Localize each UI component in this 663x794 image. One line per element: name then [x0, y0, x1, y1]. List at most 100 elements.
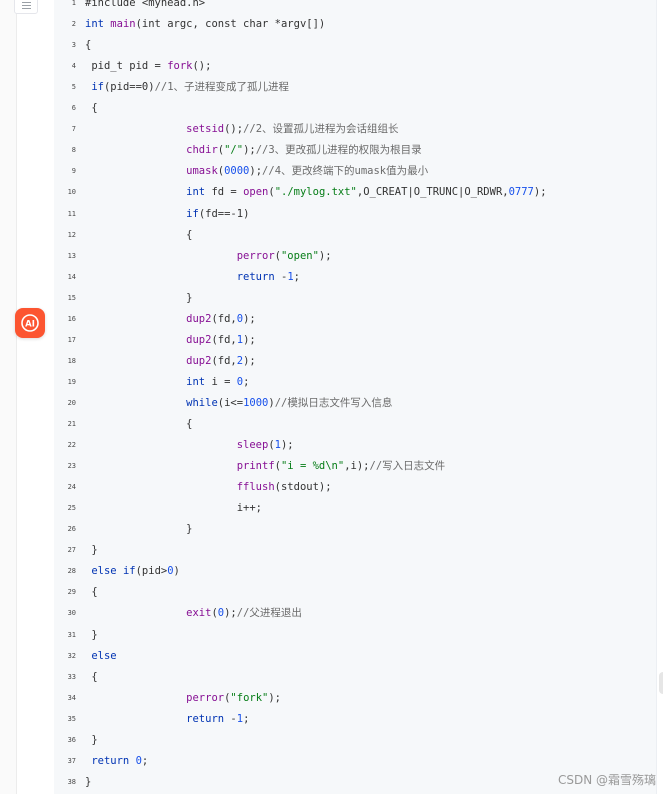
code-text: chdir("/");//3、更改孤儿进程的权限为根目录 [85, 140, 422, 161]
code-token: #include <myhead.h> [85, 0, 206, 9]
code-line: 31 } [54, 625, 657, 646]
code-token: int [186, 186, 206, 199]
code-block-edge [656, 0, 657, 794]
code-token: "./mylog.txt" [274, 186, 357, 199]
code-text: if(fd==-1) [85, 204, 249, 225]
code-token: setsid [186, 123, 225, 136]
line-number: 33 [67, 672, 76, 681]
code-text: dup2(fd,2); [85, 351, 256, 372]
code-token: } [85, 291, 193, 304]
code-token: (stdout); [274, 481, 332, 494]
code-token: ); [243, 312, 256, 325]
line-number: 21 [67, 420, 76, 428]
code-token: ); [243, 144, 256, 157]
code-token: { [85, 586, 98, 599]
code-token: ); [533, 186, 547, 199]
code-token: ); [243, 354, 256, 367]
line-number: 13 [67, 251, 76, 260]
code-token: } [85, 775, 92, 788]
code-token: //写入日志文件 [369, 460, 446, 473]
line-number: 17 [67, 335, 76, 344]
code-line: 17 dup2(fd,1); [54, 330, 657, 351]
code-token: } [85, 733, 98, 746]
code-line: 11 if(fd==-1) [54, 204, 657, 225]
code-token: ); [224, 607, 237, 620]
code-token: ,i); [344, 460, 370, 473]
code-token: (); [192, 60, 212, 73]
scroll-handle[interactable] [659, 672, 663, 694]
code-token: fork [167, 60, 193, 73]
code-line: 37 return 0; [54, 751, 657, 772]
code-token: } [85, 544, 98, 557]
code-token: perror [186, 691, 225, 704]
line-number: 26 [67, 525, 76, 534]
line-number: 32 [67, 651, 76, 660]
code-token: //3、更改孤儿进程的权限为根目录 [255, 144, 422, 157]
code-token: (fd, [211, 312, 237, 325]
code-token: 1000 [243, 396, 269, 409]
code-line: 5 if(pid==0)//1、子进程变成了孤儿进程 [54, 77, 657, 98]
line-number: 22 [67, 441, 76, 450]
code-token: ) [173, 565, 180, 578]
code-token: dup2 [186, 312, 212, 325]
code-text: return -1; [85, 709, 249, 730]
line-number: 8 [71, 146, 76, 155]
code-token: ); [268, 691, 282, 704]
line-number: 3 [71, 41, 76, 50]
ai-assistant-button[interactable]: AI [15, 308, 45, 338]
code-token: if [186, 207, 199, 220]
code-block: 1 #include <myhead.h> 2 int main(int argc, … [54, 0, 657, 794]
code-line: 27 } [54, 540, 657, 561]
code-text: if(pid==0)//1、子进程变成了孤儿进程 [85, 77, 289, 98]
code-token: else [91, 565, 117, 578]
code-text: } [85, 519, 192, 540]
code-line: 8 chdir("/");//3、更改孤儿进程的权限为根目录 [54, 140, 657, 161]
code-token: ); [249, 165, 263, 178]
line-number: 29 [67, 588, 76, 597]
line-number: 28 [67, 567, 76, 576]
line-number: 18 [67, 356, 76, 365]
code-token: (fd, [211, 333, 237, 346]
code-token: int [85, 18, 104, 31]
code-text: perror("fork"); [85, 688, 281, 709]
line-number: 6 [71, 104, 76, 113]
code-line: 23 printf("i = %d\n",i);//写入日志文件 [54, 456, 657, 477]
line-number: 16 [67, 314, 76, 323]
code-token: ; [293, 270, 300, 283]
line-number: 10 [67, 188, 76, 197]
code-line: 35 return -1; [54, 709, 657, 730]
code-line: 6 { [54, 98, 657, 119]
code-token: (fd, [211, 354, 237, 367]
code-text: dup2(fd,1); [85, 330, 256, 351]
code-token: //4、更改终端下的umask值为最小 [262, 165, 429, 178]
code-token: i = [205, 375, 237, 388]
code-line: 25 i++; [54, 498, 657, 519]
table-of-contents-button[interactable] [14, 0, 38, 14]
code-text: } [85, 540, 98, 561]
code-token: //2、设置孤儿进程为会话组组长 [243, 123, 399, 136]
code-line: 33 { [54, 667, 657, 688]
code-token: if [122, 565, 136, 578]
code-token: ,O_CREAT|O_TRUNC|O_RDWR, [356, 186, 509, 199]
code-line: 22 sleep(1); [54, 435, 657, 456]
code-text: } [85, 625, 97, 646]
code-text: while(i<=1000)//模拟日志文件写入信息 [85, 393, 392, 414]
line-number: 19 [67, 377, 76, 386]
code-token: ; [243, 375, 250, 388]
code-line: 30 exit(0);//父进程退出 [54, 603, 657, 624]
line-number: 25 [67, 504, 76, 513]
code-line: 3{ [54, 35, 657, 56]
code-text: { [85, 35, 91, 56]
code-text: int main(int argc, const char *argv[]) [85, 14, 325, 35]
code-line: 21 { [54, 414, 657, 435]
code-line: 2 int main(int argc, const char *argv[]) [54, 14, 657, 35]
code-line: 4 pid_t pid = fork(); [54, 56, 657, 77]
line-number: 2 [71, 20, 76, 29]
